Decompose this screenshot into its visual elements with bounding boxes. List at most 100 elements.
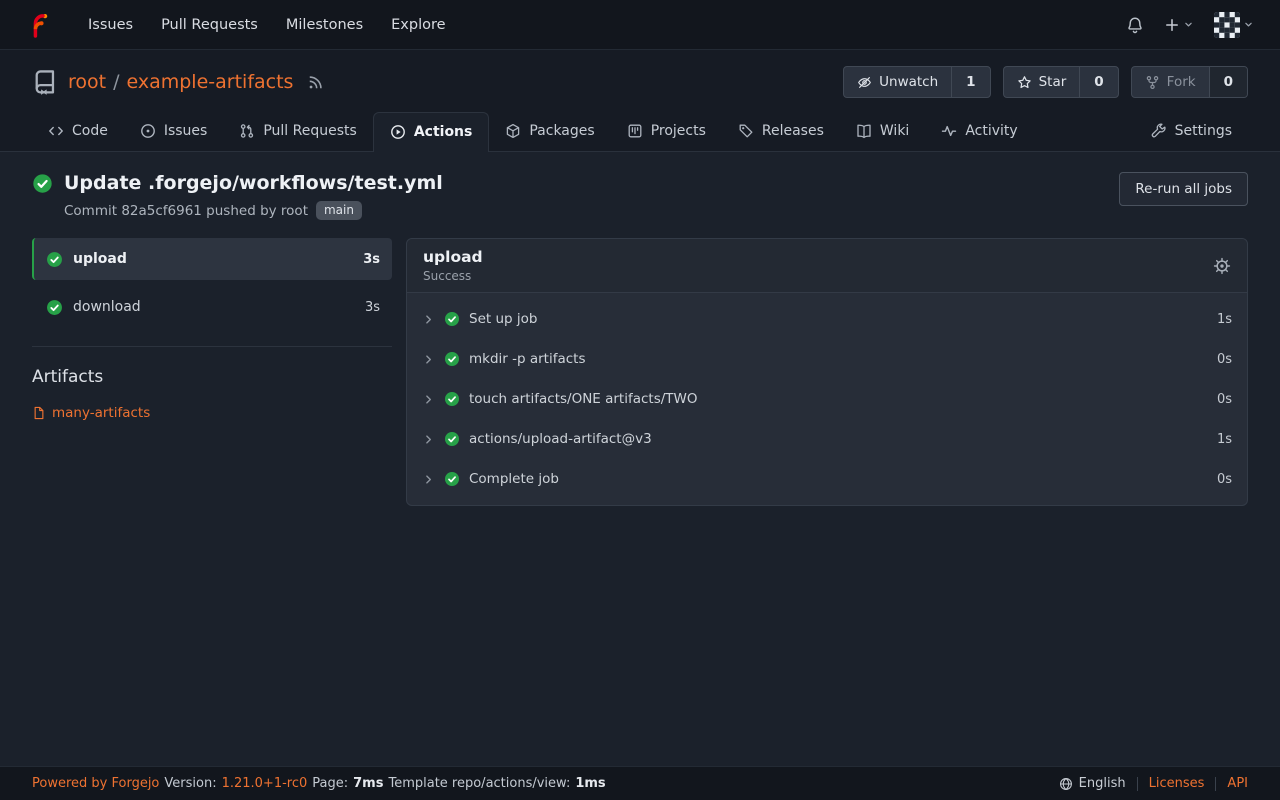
branch-badge[interactable]: main <box>316 201 362 220</box>
jobs-sidebar: upload 3s download 3s Artifacts many-art… <box>32 238 392 421</box>
step-row[interactable]: Set up job 1s <box>407 299 1247 339</box>
job-detail-titles: upload Success <box>423 248 483 283</box>
step-row[interactable]: mkdir -p artifacts 0s <box>407 339 1247 379</box>
powered-by-forgejo-link[interactable]: Powered by Forgejo <box>32 776 159 791</box>
success-check-icon <box>32 173 53 194</box>
tab-settings[interactable]: Settings <box>1135 112 1248 151</box>
unwatch-button[interactable]: Unwatch 1 <box>843 66 990 98</box>
book-open-icon <box>856 123 872 139</box>
step-name: mkdir -p artifacts <box>469 351 586 367</box>
success-check-icon <box>444 431 460 447</box>
language-label: English <box>1079 776 1126 791</box>
steps-list: Set up job 1s mkdir -p artifacts 0s touc… <box>407 293 1247 505</box>
language-selector[interactable]: English <box>1059 776 1126 791</box>
navbar-right <box>1126 12 1254 38</box>
chevron-right-icon[interactable] <box>422 433 435 446</box>
step-duration: 0s <box>1217 392 1232 407</box>
commit-text[interactable]: Commit 82a5cf6961 pushed by root <box>64 203 308 219</box>
tab-activity[interactable]: Activity <box>925 112 1033 151</box>
eye-slash-icon <box>857 75 872 90</box>
tab-label: Projects <box>651 123 706 139</box>
nav-issues[interactable]: Issues <box>74 11 147 39</box>
plus-icon <box>1164 17 1180 33</box>
actions-run-view: Update .forgejo/workflows/test.yml Commi… <box>0 152 1280 766</box>
page-time: 7ms <box>353 776 383 791</box>
job-detail-panel: upload Success Set up job 1s mkdir -p ar… <box>406 238 1248 506</box>
api-link[interactable]: API <box>1227 776 1248 791</box>
artifacts-section: Artifacts many-artifacts <box>32 346 392 421</box>
template-label: Template repo/actions/view: <box>388 776 570 791</box>
artifact-link-many-artifacts[interactable]: many-artifacts <box>32 405 392 421</box>
chevron-right-icon[interactable] <box>422 353 435 366</box>
star-label: Star <box>1039 74 1067 90</box>
repo-owner-link[interactable]: root <box>68 71 106 93</box>
forks-count[interactable]: 0 <box>1209 67 1247 97</box>
notifications-bell-icon[interactable] <box>1126 16 1144 34</box>
fork-icon <box>1145 75 1160 90</box>
nav-milestones[interactable]: Milestones <box>272 11 377 39</box>
nav-pull-requests[interactable]: Pull Requests <box>147 11 272 39</box>
fork-button: Fork 0 <box>1131 66 1248 98</box>
tab-label: Settings <box>1175 123 1232 139</box>
tab-issues[interactable]: Issues <box>124 112 224 151</box>
tab-code[interactable]: Code <box>32 112 124 151</box>
success-check-icon <box>46 299 63 316</box>
run-columns: upload 3s download 3s Artifacts many-art… <box>32 238 1248 506</box>
job-status: Success <box>423 269 483 283</box>
unwatch-label: Unwatch <box>879 74 938 90</box>
job-item-download[interactable]: download 3s <box>32 286 392 328</box>
licenses-link[interactable]: Licenses <box>1149 776 1205 791</box>
tab-label: Wiki <box>880 123 909 139</box>
tab-label: Code <box>72 123 108 139</box>
tab-wiki[interactable]: Wiki <box>840 112 925 151</box>
user-menu-dropdown[interactable] <box>1214 12 1254 38</box>
version-link[interactable]: 1.21.0+1-rc0 <box>222 776 308 791</box>
tab-label: Issues <box>164 123 208 139</box>
rerun-all-jobs-button[interactable]: Re-run all jobs <box>1119 172 1248 206</box>
step-row[interactable]: touch artifacts/ONE artifacts/TWO 0s <box>407 379 1247 419</box>
project-board-icon <box>627 123 643 139</box>
issue-icon <box>140 123 156 139</box>
job-detail-title: upload <box>423 248 483 266</box>
job-name: upload <box>73 251 127 267</box>
code-icon <box>48 123 64 139</box>
success-check-icon <box>444 391 460 407</box>
step-duration: 1s <box>1217 432 1232 447</box>
chevron-right-icon[interactable] <box>422 393 435 406</box>
settings-wrench-icon <box>1151 123 1167 139</box>
watchers-count[interactable]: 1 <box>951 67 989 97</box>
template-time: 1ms <box>575 776 605 791</box>
job-item-upload[interactable]: upload 3s <box>32 238 392 280</box>
stars-count[interactable]: 0 <box>1079 67 1117 97</box>
package-icon <box>505 123 521 139</box>
step-name: Set up job <box>469 311 537 327</box>
tab-projects[interactable]: Projects <box>611 112 722 151</box>
fork-label: Fork <box>1167 74 1196 90</box>
chevron-right-icon[interactable] <box>422 473 435 486</box>
repo-name-link[interactable]: example-artifacts <box>127 71 294 93</box>
footer-divider <box>1215 777 1216 791</box>
run-title: Update .forgejo/workflows/test.yml <box>64 172 443 194</box>
tab-releases[interactable]: Releases <box>722 112 840 151</box>
star-button[interactable]: Star 0 <box>1003 66 1119 98</box>
play-circle-icon <box>390 124 406 140</box>
rss-feed-icon[interactable] <box>307 74 324 91</box>
create-new-dropdown[interactable] <box>1164 17 1194 33</box>
step-row[interactable]: actions/upload-artifact@v3 1s <box>407 419 1247 459</box>
tab-packages[interactable]: Packages <box>489 112 610 151</box>
nav-explore[interactable]: Explore <box>377 11 459 39</box>
forgejo-logo-icon[interactable] <box>26 12 52 38</box>
tab-pull-requests[interactable]: Pull Requests <box>223 112 372 151</box>
job-detail-header: upload Success <box>407 239 1247 293</box>
tab-actions[interactable]: Actions <box>373 112 490 152</box>
tab-label: Actions <box>414 124 473 140</box>
step-row[interactable]: Complete job 0s <box>407 459 1247 499</box>
file-icon <box>32 406 46 420</box>
pulse-icon <box>941 123 957 139</box>
step-name: touch artifacts/ONE artifacts/TWO <box>469 391 698 407</box>
step-duration: 0s <box>1217 472 1232 487</box>
chevron-right-icon[interactable] <box>422 313 435 326</box>
run-header: Update .forgejo/workflows/test.yml Commi… <box>32 164 1248 238</box>
avatar <box>1214 12 1240 38</box>
gear-icon[interactable] <box>1213 257 1231 275</box>
